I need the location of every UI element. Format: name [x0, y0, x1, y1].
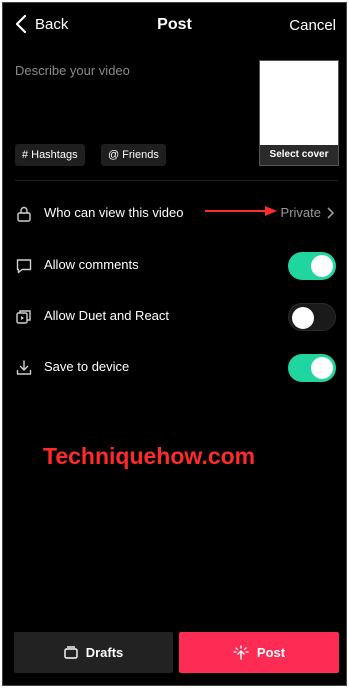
back-label: Back — [35, 15, 69, 33]
chevron-right-icon — [327, 206, 334, 219]
post-label: Post — [256, 645, 286, 660]
privacy-value[interactable]: Private — [281, 205, 334, 220]
toggle-knob — [292, 307, 314, 329]
post-screen: Back Post Cancel Describe your video Sel… — [2, 2, 347, 686]
comments-toggle[interactable] — [288, 252, 336, 280]
duet-icon — [16, 310, 31, 324]
duet-label: Allow Duet and React — [44, 308, 170, 323]
drafts-label: Drafts — [85, 645, 124, 660]
lock-icon — [17, 206, 31, 222]
friends-label: Friends — [122, 149, 159, 161]
comments-row: Allow comments — [3, 247, 346, 283]
at-icon: @ — [108, 149, 120, 161]
post-button[interactable]: Post — [179, 632, 339, 673]
cover-label: Select cover — [260, 145, 338, 165]
save-label: Save to device — [44, 359, 130, 374]
privacy-value-label: Private — [280, 205, 321, 220]
drafts-button[interactable]: Drafts — [14, 632, 173, 673]
friends-button[interactable]: @ Friends — [101, 144, 166, 166]
comments-label: Allow comments — [44, 257, 139, 272]
toggle-knob — [311, 357, 333, 379]
chevron-left-icon — [15, 15, 27, 33]
save-toggle[interactable] — [288, 354, 336, 382]
divider — [15, 180, 338, 181]
select-cover-button[interactable]: Select cover — [259, 60, 339, 166]
save-row: Save to device — [3, 349, 346, 385]
description-input[interactable]: Describe your video — [15, 63, 130, 78]
hashtag-icon: # — [22, 149, 29, 161]
cancel-button[interactable]: Cancel — [289, 17, 336, 34]
back-button[interactable]: Back — [15, 15, 68, 33]
privacy-row[interactable]: Who can view this video Private — [3, 195, 346, 231]
tap-icon — [233, 644, 249, 660]
drafts-icon — [64, 646, 78, 659]
duet-row: Allow Duet and React — [3, 298, 346, 334]
watermark-text: Techniquehow.com — [43, 443, 256, 469]
comment-icon — [16, 259, 32, 274]
hashtags-label: Hashtags — [31, 149, 78, 161]
privacy-label: Who can view this video — [44, 205, 184, 220]
download-icon — [16, 360, 32, 375]
header: Back Post Cancel — [3, 3, 346, 49]
annotation-arrow — [205, 206, 277, 216]
hashtags-button[interactable]: # Hashtags — [15, 144, 85, 166]
toggle-knob — [311, 255, 333, 277]
duet-toggle[interactable] — [288, 303, 336, 331]
